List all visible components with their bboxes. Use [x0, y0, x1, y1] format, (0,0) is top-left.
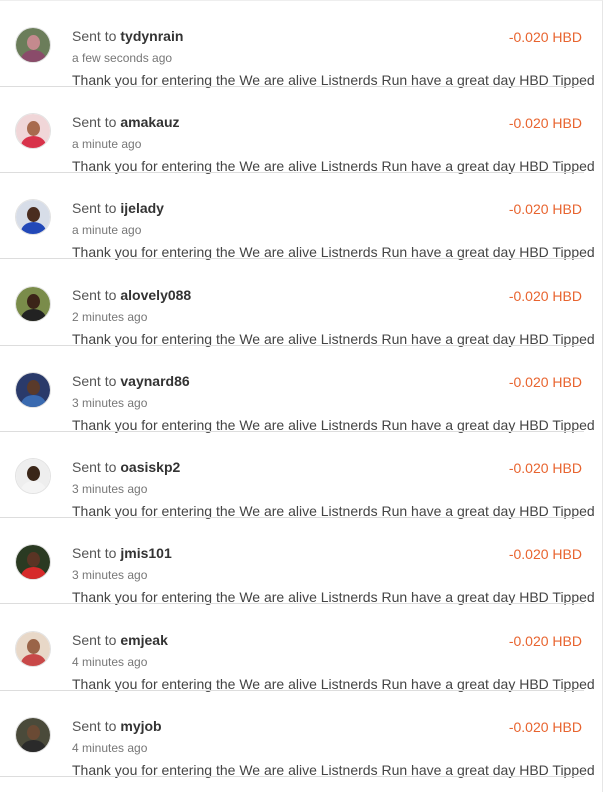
list-item: Sent to vaynard86 3 minutes ago Thank you…: [0, 346, 595, 433]
avatar[interactable]: [15, 544, 51, 580]
sent-line: Sent to emjeak: [72, 632, 168, 648]
recipient-username[interactable]: ijelady: [120, 200, 164, 216]
list-item: Sent to ijelady a minute ago Thank you fo…: [0, 173, 595, 260]
list-item: Sent to jmis101 3 minutes ago Thank you f…: [0, 518, 595, 605]
sent-line: Sent to jmis101: [72, 545, 172, 561]
amount: -0.020 HBD: [508, 201, 582, 217]
avatar[interactable]: [15, 113, 51, 149]
timestamp: 3 minutes ago: [72, 396, 148, 410]
list-item: Sent to oasiskp2 3 minutes ago Thank you …: [0, 432, 595, 519]
timestamp: 4 minutes ago: [72, 741, 148, 755]
sent-line: Sent to ijelady: [72, 200, 164, 216]
amount: -0.020 HBD: [508, 633, 582, 649]
timestamp: 3 minutes ago: [72, 568, 148, 582]
recipient-username[interactable]: tydynrain: [120, 28, 183, 44]
recipient-username[interactable]: vaynard86: [120, 373, 189, 389]
sent-line: Sent to alovely088: [72, 287, 191, 303]
recipient-username[interactable]: jmis101: [120, 545, 171, 561]
sent-prefix: Sent to: [72, 28, 117, 44]
amount: -0.020 HBD: [508, 460, 582, 476]
avatar[interactable]: [15, 458, 51, 494]
sent-prefix: Sent to: [72, 459, 117, 475]
list-item: Sent to tydynrain a few seconds ago Thank…: [0, 1, 595, 88]
recipient-username[interactable]: amakauz: [120, 114, 179, 130]
amount: -0.020 HBD: [508, 29, 582, 45]
recipient-username[interactable]: myjob: [120, 718, 161, 734]
timestamp: 2 minutes ago: [72, 310, 148, 324]
list-item: Sent to myjob 4 minutes ago Thank you for…: [0, 691, 595, 778]
timestamp: a minute ago: [72, 137, 142, 151]
sent-line: Sent to tydynrain: [72, 28, 183, 44]
avatar[interactable]: [15, 717, 51, 753]
divider: [0, 776, 584, 777]
list-item: Sent to alovely088 2 minutes ago Thank yo…: [0, 260, 595, 347]
list-item: Sent to amakauz a minute ago Thank you fo…: [0, 87, 595, 174]
sent-prefix: Sent to: [72, 200, 117, 216]
divider: [0, 258, 584, 259]
avatar[interactable]: [15, 199, 51, 235]
timestamp: a minute ago: [72, 223, 142, 237]
sent-prefix: Sent to: [72, 632, 117, 648]
avatar[interactable]: [15, 27, 51, 63]
divider: [0, 603, 584, 604]
amount: -0.020 HBD: [508, 546, 582, 562]
sent-prefix: Sent to: [72, 545, 117, 561]
sent-prefix: Sent to: [72, 718, 117, 734]
recipient-username[interactable]: alovely088: [120, 287, 191, 303]
sent-line: Sent to myjob: [72, 718, 162, 734]
timestamp: a few seconds ago: [72, 51, 173, 65]
sent-prefix: Sent to: [72, 287, 117, 303]
amount: -0.020 HBD: [508, 115, 582, 131]
recipient-username[interactable]: emjeak: [120, 632, 167, 648]
sent-prefix: Sent to: [72, 373, 117, 389]
sent-prefix: Sent to: [72, 114, 117, 130]
sent-line: Sent to amakauz: [72, 114, 180, 130]
avatar[interactable]: [15, 286, 51, 322]
amount: -0.020 HBD: [508, 374, 582, 390]
list-item: Sent to emjeak 4 minutes ago Thank you fo…: [0, 605, 595, 692]
transfer-history-list: Sent to tydynrain a few seconds ago Thank…: [0, 0, 603, 792]
sent-line: Sent to vaynard86: [72, 373, 190, 389]
amount: -0.020 HBD: [508, 288, 582, 304]
avatar[interactable]: [15, 372, 51, 408]
sent-line: Sent to oasiskp2: [72, 459, 180, 475]
recipient-username[interactable]: oasiskp2: [120, 459, 180, 475]
amount: -0.020 HBD: [508, 719, 582, 735]
avatar[interactable]: [15, 631, 51, 667]
timestamp: 4 minutes ago: [72, 655, 148, 669]
timestamp: 3 minutes ago: [72, 482, 148, 496]
